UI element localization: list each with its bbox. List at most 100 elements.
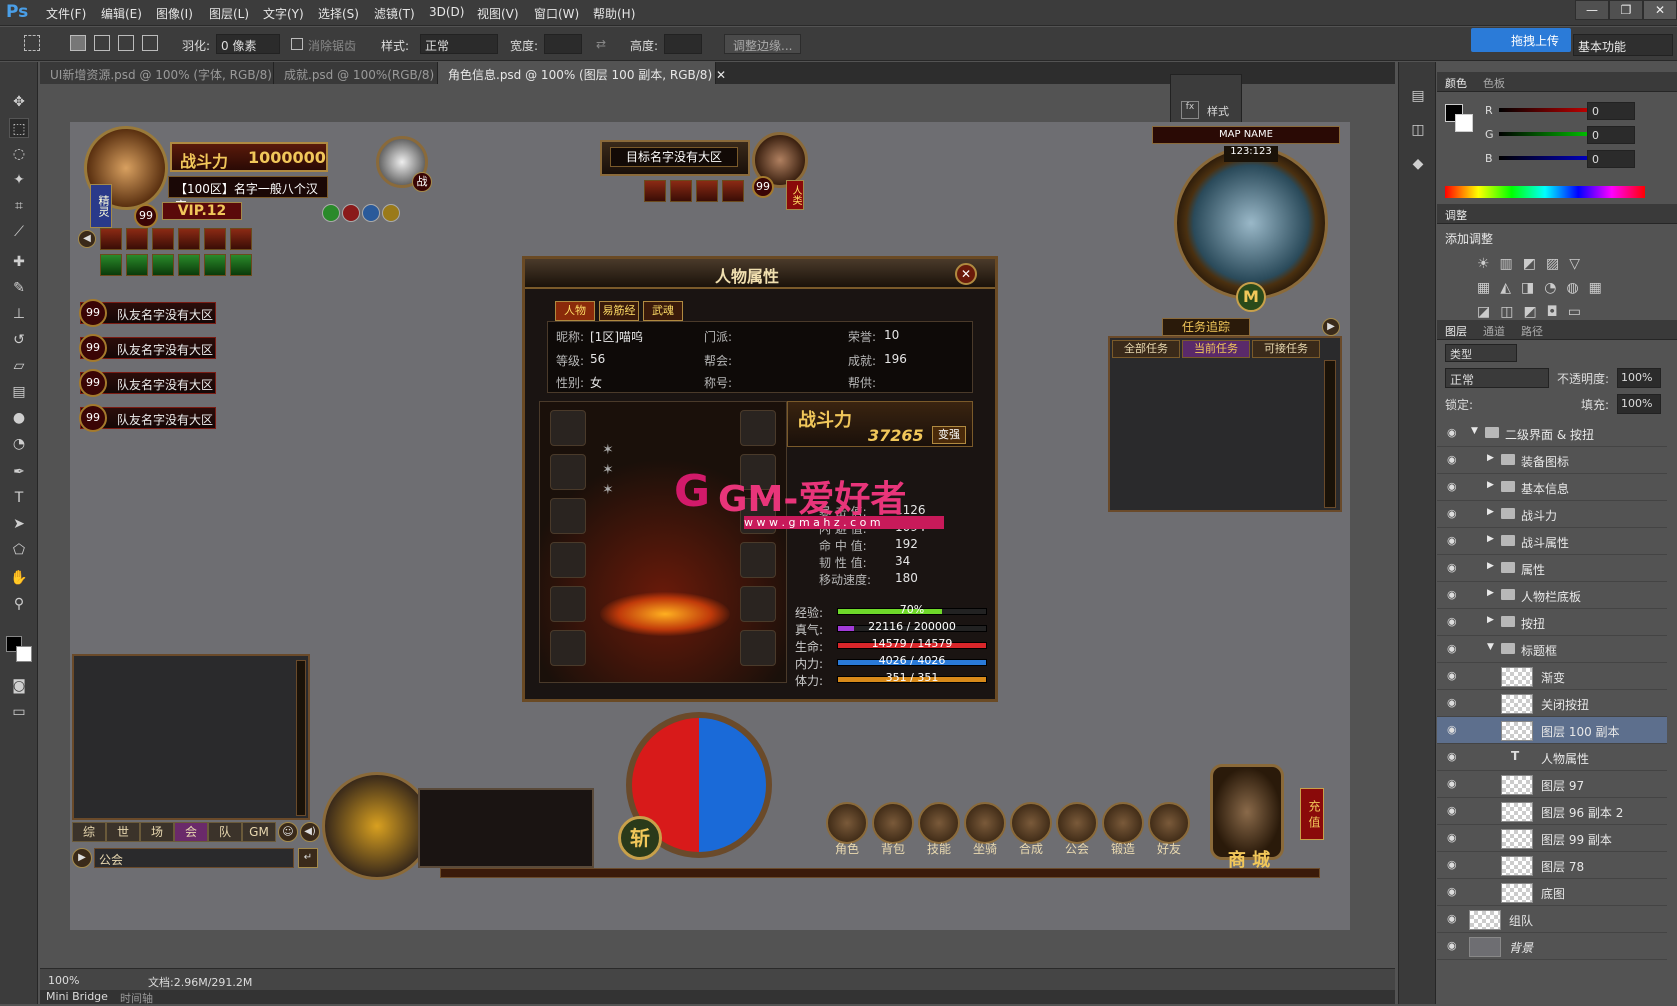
swap-icon[interactable]: ⇄ bbox=[596, 37, 606, 51]
expand-arrow-icon[interactable]: ▶ bbox=[1487, 534, 1494, 544]
visibility-eye-icon[interactable]: ◉ bbox=[1447, 426, 1461, 440]
tab-all-quests[interactable]: 全部任务 bbox=[1112, 340, 1180, 358]
layer-row[interactable]: ◉ ▼ 标题框 bbox=[1437, 636, 1667, 663]
tab-yijinjing[interactable]: 易筋经 bbox=[599, 301, 639, 321]
tab-achievement[interactable]: 成就.psd @ 100%(RGB/8) ✕ bbox=[274, 62, 448, 84]
buff-heal-icon[interactable] bbox=[322, 204, 340, 222]
layer-row[interactable]: ◉ 组队 bbox=[1437, 906, 1667, 933]
buff-slot[interactable] bbox=[100, 254, 122, 276]
menu-window[interactable]: 窗口(W) bbox=[534, 5, 579, 22]
tab-character[interactable]: 人物 bbox=[555, 301, 595, 321]
tab-swatches[interactable]: 色板 bbox=[1483, 75, 1505, 91]
buff-slot[interactable] bbox=[230, 254, 252, 276]
buff-slot[interactable] bbox=[204, 254, 226, 276]
tab-character-info[interactable]: 角色信息.psd @ 100% (图层 100 副本, RGB/8) ✕ bbox=[438, 62, 726, 84]
lasso-tool-icon[interactable]: ◌ bbox=[9, 144, 29, 164]
visibility-eye-icon[interactable]: ◉ bbox=[1447, 804, 1461, 818]
buff-slot[interactable] bbox=[152, 254, 174, 276]
visibility-eye-icon[interactable]: ◉ bbox=[1447, 642, 1461, 656]
background-color-swatch[interactable] bbox=[16, 646, 32, 662]
path-select-icon[interactable]: ➤ bbox=[9, 514, 29, 534]
send-icon[interactable]: ↵ bbox=[298, 848, 318, 868]
slash-button[interactable]: 斩 bbox=[618, 816, 662, 860]
minimap[interactable] bbox=[1174, 146, 1328, 300]
menu-layer[interactable]: 图层(L) bbox=[209, 5, 249, 22]
treasure-icon[interactable] bbox=[322, 772, 432, 880]
brush-tool-icon[interactable]: ✎ bbox=[9, 278, 29, 298]
layer-row[interactable]: ◉ ▶ 人物栏底板 bbox=[1437, 582, 1667, 609]
speaker-icon[interactable]: ◀) bbox=[300, 822, 320, 842]
layer-row[interactable]: ◉ ▶ 装备图标 bbox=[1437, 447, 1667, 474]
hand-tool-icon[interactable]: ✋ bbox=[9, 568, 29, 588]
menu-mount[interactable]: 坐骑 bbox=[964, 840, 1006, 857]
type-tool-icon[interactable]: T bbox=[9, 488, 29, 508]
eyedropper-icon[interactable]: ⟋ bbox=[9, 222, 29, 242]
magic-wand-icon[interactable]: ✦ bbox=[9, 170, 29, 190]
zoom-level[interactable]: 100% bbox=[48, 974, 79, 987]
visibility-eye-icon[interactable]: ◉ bbox=[1447, 858, 1461, 872]
tab-paths[interactable]: 路径 bbox=[1521, 323, 1543, 339]
equip-slot[interactable] bbox=[550, 542, 586, 578]
menu-3d[interactable]: 3D(D) bbox=[429, 5, 464, 19]
friends-icon[interactable] bbox=[1148, 802, 1190, 844]
party-member[interactable]: 99 队友名字没有大区 bbox=[79, 404, 216, 432]
tab-mini-bridge[interactable]: Mini Bridge bbox=[46, 990, 108, 1003]
menu-edit[interactable]: 编辑(E) bbox=[101, 5, 142, 22]
tab-wuhun[interactable]: 武魂 bbox=[643, 301, 683, 321]
upload-button[interactable]: 拖拽上传 bbox=[1471, 28, 1571, 52]
buff-wing-icon[interactable] bbox=[382, 204, 400, 222]
party-member[interactable]: 99 队友名字没有大区 bbox=[79, 369, 216, 397]
restore-button[interactable]: ❐ bbox=[1609, 0, 1643, 20]
visibility-eye-icon[interactable]: ◉ bbox=[1447, 588, 1461, 602]
subtract-selection-icon[interactable] bbox=[118, 35, 134, 51]
healing-brush-icon[interactable]: ✚ bbox=[9, 252, 29, 272]
tab-current-quests[interactable]: 当前任务 bbox=[1182, 340, 1250, 358]
emoji-icon[interactable]: ☺ bbox=[278, 822, 298, 842]
menu-guild[interactable]: 公会 bbox=[1056, 840, 1098, 857]
tab-color[interactable]: 颜色 bbox=[1445, 75, 1467, 91]
layer-row[interactable]: ◉ T 人物属性 bbox=[1437, 744, 1667, 771]
visibility-eye-icon[interactable]: ◉ bbox=[1447, 750, 1461, 764]
shop-button[interactable]: 商 城 bbox=[1214, 846, 1284, 871]
craft-icon[interactable] bbox=[1010, 802, 1052, 844]
expand-arrow-icon[interactable]: ▶ bbox=[1487, 453, 1494, 463]
equip-slot[interactable] bbox=[550, 630, 586, 666]
screen-mode-icon[interactable]: ▭ bbox=[9, 702, 29, 722]
menu-select[interactable]: 选择(S) bbox=[318, 5, 359, 22]
visibility-eye-icon[interactable]: ◉ bbox=[1447, 723, 1461, 737]
visibility-eye-icon[interactable]: ◉ bbox=[1447, 885, 1461, 899]
party-member[interactable]: 99 队友名字没有大区 bbox=[79, 299, 216, 327]
chat-tab-gm[interactable]: GM bbox=[242, 822, 276, 842]
visibility-eye-icon[interactable]: ◉ bbox=[1447, 480, 1461, 494]
layer-row[interactable]: ◉ 图层 99 副本 bbox=[1437, 825, 1667, 852]
dodge-tool-icon[interactable]: ◔ bbox=[9, 434, 29, 454]
layer-row[interactable]: ◉ 图层 97 bbox=[1437, 771, 1667, 798]
workspace-select[interactable]: 基本功能 bbox=[1573, 34, 1673, 56]
antialias-checkbox[interactable] bbox=[291, 38, 303, 50]
skill-icon[interactable] bbox=[918, 802, 960, 844]
equip-slot[interactable] bbox=[740, 630, 776, 666]
stamp-tool-icon[interactable]: ⊥ bbox=[9, 304, 29, 324]
equip-slot[interactable] bbox=[740, 542, 776, 578]
quest-collapse-icon[interactable]: ▶ bbox=[1322, 318, 1340, 336]
layer-row[interactable]: ◉ ▶ 战斗属性 bbox=[1437, 528, 1667, 555]
fx-icon[interactable]: fx bbox=[1181, 101, 1199, 119]
feather-input[interactable]: 0 像素 bbox=[216, 34, 280, 54]
recharge-button[interactable]: 充 值 bbox=[1300, 788, 1324, 840]
expand-arrow-icon[interactable]: ▶ bbox=[1487, 615, 1494, 625]
minimize-button[interactable]: — bbox=[1575, 0, 1609, 20]
buff-prev-icon[interactable]: ◀ bbox=[78, 230, 96, 248]
mount-icon[interactable] bbox=[964, 802, 1006, 844]
channel-b-input[interactable]: 0 bbox=[1587, 150, 1635, 168]
visibility-eye-icon[interactable]: ◉ bbox=[1447, 669, 1461, 683]
quest-scrollbar[interactable] bbox=[1324, 360, 1336, 508]
menu-role[interactable]: 角色 bbox=[826, 840, 868, 857]
layer-row[interactable]: ◉ 图层 96 副本 2 bbox=[1437, 798, 1667, 825]
intersect-selection-icon[interactable] bbox=[142, 35, 158, 51]
chat-log[interactable] bbox=[72, 654, 310, 820]
chat-tab-scene[interactable]: 场 bbox=[140, 822, 174, 842]
adjustment-icons[interactable]: ☀▥◩▨▽ ▦◭◨◔◍▦ ◪◫◩◘▭ bbox=[1477, 252, 1617, 324]
expand-arrow-icon[interactable]: ▶ bbox=[1487, 507, 1494, 517]
properties-panel-icon[interactable]: ◫ bbox=[1408, 120, 1428, 140]
visibility-eye-icon[interactable]: ◉ bbox=[1447, 912, 1461, 926]
